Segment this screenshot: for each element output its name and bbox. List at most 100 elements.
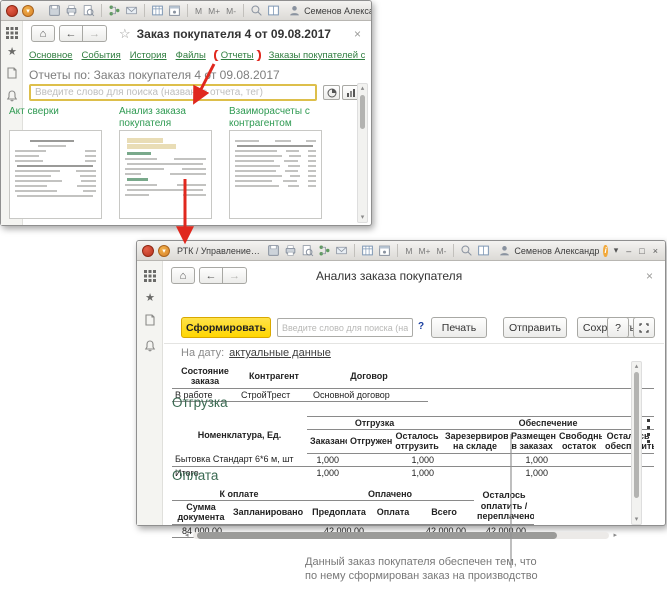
save-icon[interactable] [48,4,61,17]
home-button[interactable]: ⌂ [171,267,195,284]
bar-report-icon [346,88,356,98]
report-thumbnail-settlements[interactable] [229,130,322,219]
report-link-order-analysis[interactable]: Анализ заказа покупателя [119,106,214,130]
info-icon[interactable]: i [603,245,607,257]
app-menu-button[interactable] [142,245,154,257]
close-window-button[interactable]: × [651,246,660,256]
table-row[interactable]: В работе СтройТрест Основной договор [172,388,654,401]
order-status-table: Состояние заказа Контрагент Договор В ра… [172,365,654,402]
minimize-button[interactable]: – [624,246,633,256]
preview-icon[interactable] [82,4,95,17]
columns-icon[interactable] [267,4,280,17]
user-name: Семенов Александр [514,246,599,256]
scroll-down-icon[interactable]: ▾ [632,515,641,524]
tab-reports[interactable]: Отчеты [221,50,254,61]
bell-icon[interactable] [143,339,157,353]
scroll-right-icon[interactable]: ▸ [613,531,617,540]
tab-events[interactable]: События [82,50,121,61]
history-icon[interactable] [5,66,19,80]
back-button[interactable]: ← [199,267,223,284]
chart-view-button[interactable] [323,85,340,100]
app-title: РТК / Управление нашей фирмой, ... (1С:П… [177,246,260,256]
help-button[interactable]: ? [607,317,629,338]
tab-history[interactable]: История [130,50,167,61]
calendar-icon[interactable] [378,244,391,257]
back-button[interactable]: ← [59,25,83,42]
vertical-scrollbar[interactable]: ▴ ▾ [631,361,642,525]
send-button[interactable]: Отправить [503,317,567,338]
scroll-left-icon[interactable]: ◂ [185,531,189,540]
menu-grid-icon[interactable] [5,26,19,40]
report-thumbnail-order-analysis[interactable] [119,130,212,219]
search-help-link[interactable]: ? [418,321,424,332]
memory-mminus-button[interactable]: М- [435,246,447,256]
column-header: Состояние заказа [172,365,238,388]
shipment-table: Номенклатура, Ед. Отгрузка Обеспечение З… [172,416,654,479]
titlebar-dropdown-icon[interactable]: ▾ [612,245,621,256]
memory-mminus-button[interactable]: М- [225,6,237,16]
print-icon[interactable] [65,4,78,17]
scroll-down-icon[interactable]: ▾ [358,213,367,222]
save-icon[interactable] [267,244,280,257]
horizontal-scrollbar[interactable]: ◂ ▸ [185,531,617,540]
forward-button[interactable]: → [83,25,107,42]
tab-site-orders[interactable]: Заказы покупателей с сайта [269,50,365,61]
toolbar-search-input[interactable] [277,318,413,337]
memory-mplus-button[interactable]: М+ [417,246,431,256]
report-link-mutual-settlements[interactable]: Взаиморасчеты с контрагентом [229,106,329,130]
home-button[interactable]: ⌂ [31,25,55,42]
generate-button[interactable]: Сформировать [181,317,271,338]
panel-drag-handle[interactable] [647,419,651,447]
fullscreen-button[interactable] [633,317,655,338]
pie-chart-icon [327,88,337,98]
forward-button[interactable]: → [223,267,247,284]
app-dropdown-button[interactable]: ▾ [22,5,34,17]
report-search-input[interactable] [29,84,317,101]
favorites-star-icon[interactable]: ★ [143,291,157,305]
favorite-star-icon[interactable]: ☆ [119,26,131,42]
app-menu-button[interactable] [6,5,18,17]
memory-m-button[interactable]: М [194,6,203,16]
zoom-icon[interactable] [460,244,473,257]
report-thumbnail-akt-sverki[interactable] [9,130,102,219]
bell-icon[interactable] [5,89,19,103]
preview-icon[interactable] [301,244,314,257]
date-value-link[interactable]: актуальные данные [229,347,331,359]
history-icon[interactable] [143,313,157,327]
memory-m-button[interactable]: М [404,246,413,256]
cell [347,453,392,466]
zoom-icon[interactable] [250,4,263,17]
calendar-icon[interactable] [168,4,181,17]
user-badge[interactable]: Семенов Александр [288,4,371,17]
column-header: Осталось отгрузить [392,430,442,454]
cell [602,466,654,479]
total-row[interactable]: Итого 1,000 1,000 1,000 [172,466,654,479]
close-form-button[interactable]: × [646,269,653,283]
tree-icon[interactable] [318,244,331,257]
app-dropdown-button[interactable]: ▾ [158,245,170,257]
scroll-up-icon[interactable]: ▴ [632,362,641,371]
contract: Основной договор [310,388,428,401]
close-form-button[interactable]: × [354,27,361,41]
vertical-scrollbar[interactable]: ▴ ▾ [357,83,368,223]
mail-icon[interactable] [335,244,348,257]
scroll-up-icon[interactable]: ▴ [358,84,367,93]
column-header: Свободный остаток [556,430,602,454]
columns-icon[interactable] [477,244,490,257]
tab-files[interactable]: Файлы [176,50,206,61]
print-button[interactable]: Печать [431,317,487,338]
table-icon[interactable] [151,4,164,17]
menu-grid-icon[interactable] [143,269,157,283]
table-icon[interactable] [361,244,374,257]
memory-mplus-button[interactable]: М+ [207,6,221,16]
report-link-akt-sverki[interactable]: Акт сверки [9,106,109,118]
tree-icon[interactable] [108,4,121,17]
cell: 1,000 [392,466,442,479]
maximize-button[interactable]: □ [637,246,646,256]
user-badge[interactable]: Семенов Александр [498,244,599,257]
tab-main[interactable]: Основное [29,50,73,61]
print-icon[interactable] [284,244,297,257]
table-row[interactable]: Бытовка Стандарт 6*6 м, шт 1,000 1,000 1… [172,453,654,466]
favorites-star-icon[interactable]: ★ [5,45,19,59]
mail-icon[interactable] [125,4,138,17]
